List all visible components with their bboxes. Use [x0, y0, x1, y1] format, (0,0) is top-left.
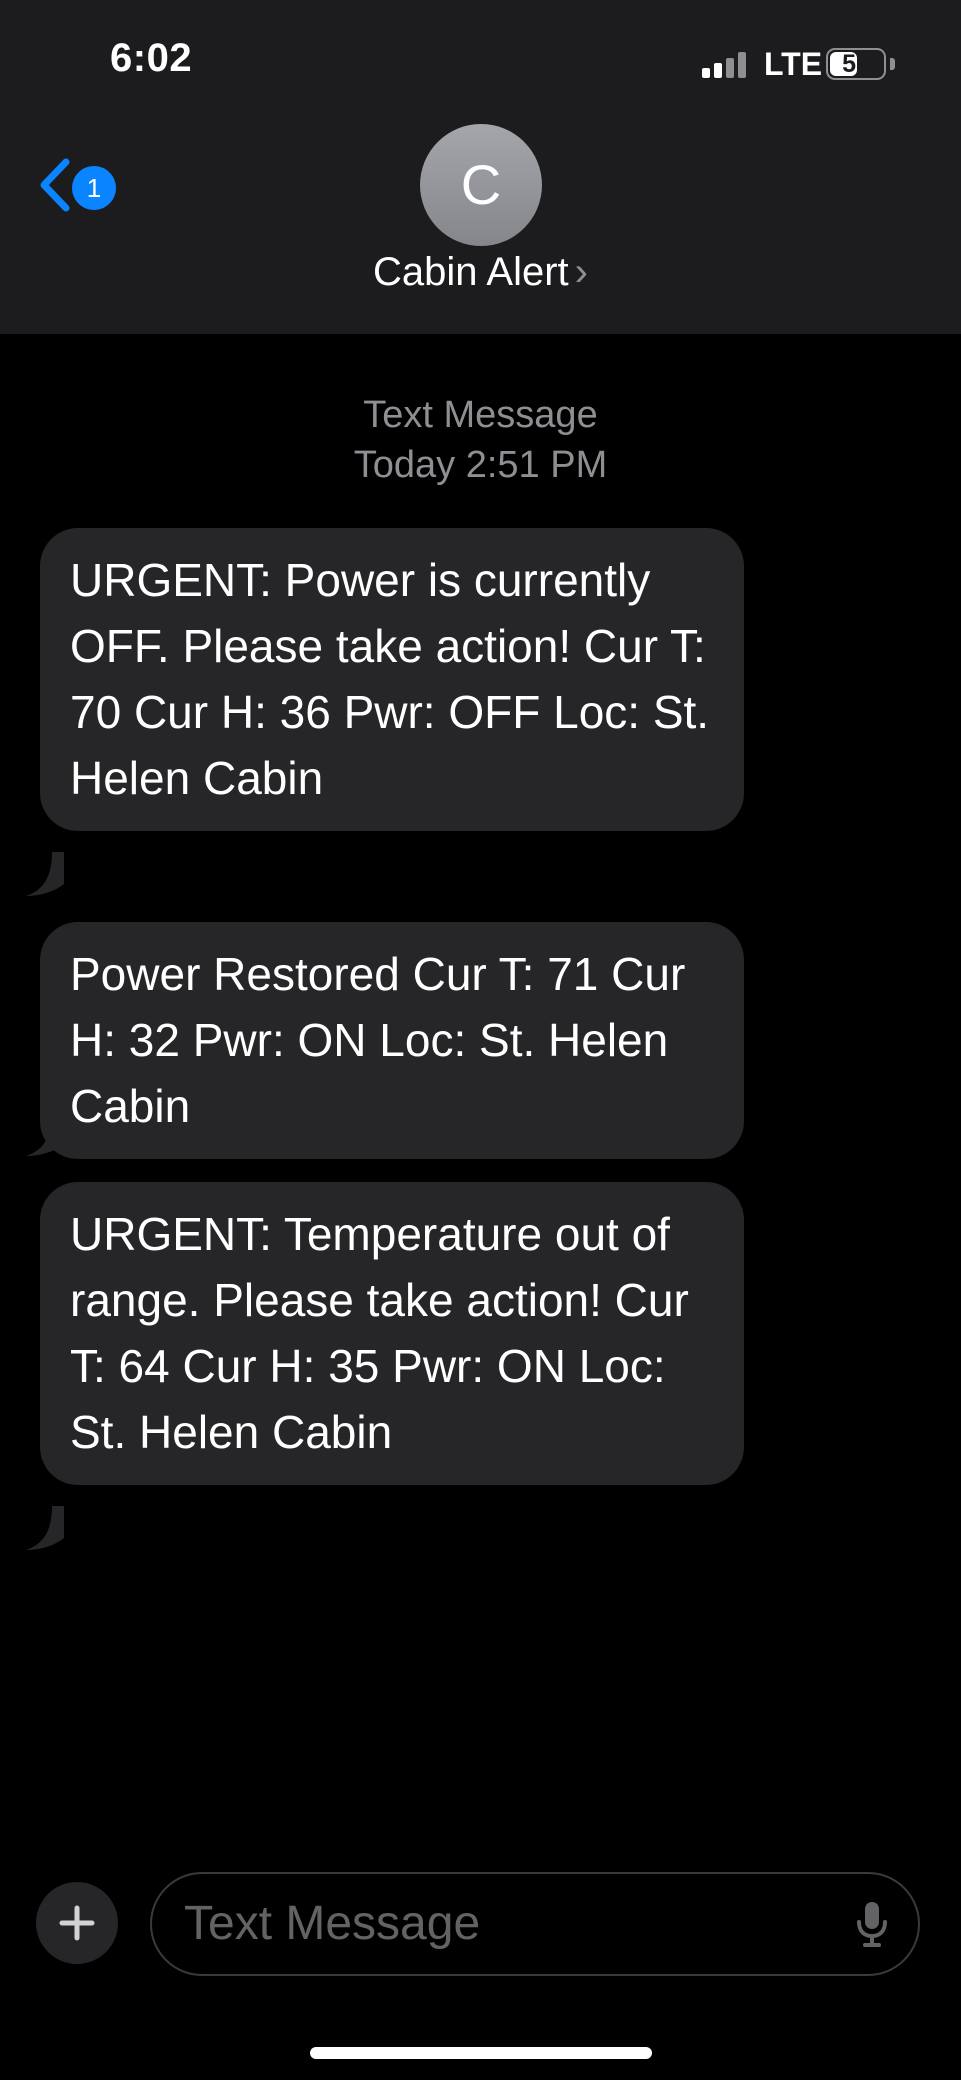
battery-percentage: 55	[842, 50, 870, 78]
battery-icon: 55	[826, 48, 886, 80]
back-button[interactable]: 1	[38, 152, 128, 218]
network-type-label: LTE	[764, 46, 823, 82]
bubble-tail	[26, 1112, 64, 1156]
message-input[interactable]: Text Message	[150, 1872, 920, 1976]
home-indicator[interactable]	[310, 2047, 652, 2059]
navigation-header: 6:02 LTE 55 1 C Cabin Alert ›	[0, 0, 961, 334]
contact-name: Cabin Alert	[373, 250, 569, 294]
message-bubble[interactable]: URGENT: Temperature out of range. Please…	[40, 1182, 744, 1485]
cellular-signal-icon	[702, 52, 752, 78]
message-bubble[interactable]: Power Restored Cur T: 71 Cur H: 32 Pwr: …	[40, 922, 744, 1159]
battery-cap	[890, 58, 895, 70]
unread-count-badge: 1	[72, 166, 116, 210]
microphone-icon[interactable]	[856, 1900, 888, 1950]
message-text: URGENT: Power is currently OFF. Please t…	[70, 554, 710, 804]
thread-header: Text Message Today 2:51 PM	[0, 390, 961, 490]
message-text: Power Restored Cur T: 71 Cur H: 32 Pwr: …	[70, 948, 686, 1132]
contact-avatar[interactable]: C	[420, 124, 542, 246]
chevron-right-icon: ›	[574, 250, 588, 294]
service-label: Text Message	[363, 394, 598, 436]
status-time: 6:02	[110, 36, 193, 80]
message-input-placeholder: Text Message	[184, 1897, 481, 1950]
message-timestamp: Today 2:51 PM	[353, 444, 608, 486]
bubble-tail	[26, 1506, 64, 1550]
message-bubble[interactable]: URGENT: Power is currently OFF. Please t…	[40, 528, 744, 831]
add-attachment-button[interactable]	[36, 1882, 118, 1964]
bubble-tail	[26, 852, 64, 896]
chevron-left-icon	[40, 158, 70, 212]
message-text: URGENT: Temperature out of range. Please…	[70, 1208, 689, 1458]
contact-name-button[interactable]: Cabin Alert ›	[0, 250, 961, 295]
plus-icon	[59, 1905, 95, 1941]
